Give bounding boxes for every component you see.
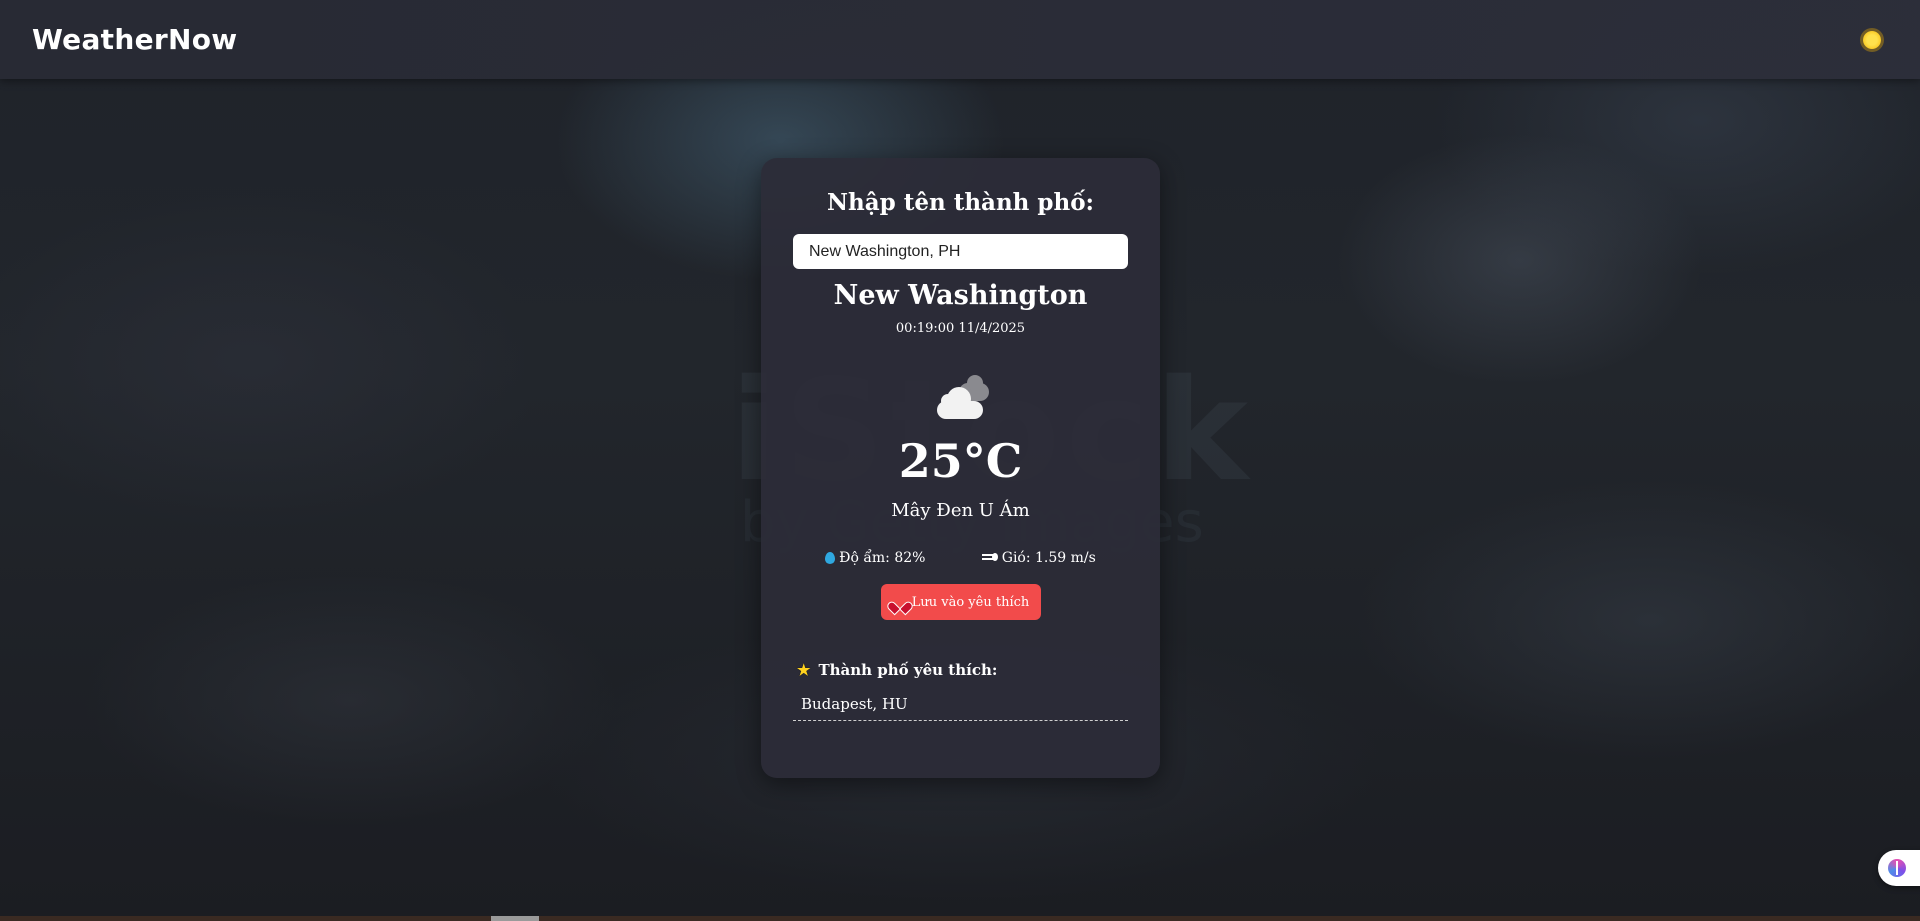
- search-title: Nhập tên thành phố:: [826, 189, 1095, 216]
- app-header: WeatherNow: [0, 0, 1920, 79]
- weather-description: Mây Đen U Ám: [891, 500, 1030, 521]
- temperature: 25°C: [898, 434, 1023, 488]
- scrollbar-thumb[interactable]: [491, 916, 539, 921]
- cloud-icon: [931, 375, 991, 421]
- favorites-section: ★ Thành phố yêu thích: Budapest, HU: [793, 660, 1128, 721]
- wind-stat: Gió: 1.59 m/s: [981, 548, 1096, 568]
- city-search-input[interactable]: [793, 234, 1128, 269]
- save-favorite-label: Lưu vào yêu thích: [911, 594, 1030, 610]
- horizontal-scrollbar[interactable]: [0, 916, 1920, 921]
- theme-toggle-button[interactable]: [1856, 24, 1888, 56]
- brain-icon: [1888, 859, 1906, 877]
- weather-stats: Độ ẩm: 82% Gió: 1.59 m/s: [793, 548, 1128, 568]
- humidity-stat: Độ ẩm: 82%: [825, 548, 925, 568]
- favorite-city-item[interactable]: Budapest, HU: [793, 692, 1128, 721]
- favorites-header: ★ Thành phố yêu thích:: [793, 660, 1128, 680]
- favorites-title: Thành phố yêu thích:: [818, 661, 998, 679]
- wind-value: Gió: 1.59 m/s: [1001, 550, 1096, 566]
- assistant-widget-button[interactable]: [1878, 850, 1920, 886]
- sun-icon: [1857, 24, 1887, 55]
- wind-icon: [981, 552, 998, 564]
- star-icon: ★: [797, 661, 811, 679]
- humidity-value: Độ ẩm: 82%: [839, 550, 926, 566]
- cloud-front-shape: [936, 387, 983, 419]
- weather-card: Nhập tên thành phố: New Washington 00:19…: [761, 158, 1160, 778]
- app-logo[interactable]: WeatherNow: [32, 23, 237, 56]
- droplet-icon: [825, 552, 836, 564]
- save-favorite-button[interactable]: Lưu vào yêu thích: [880, 584, 1041, 620]
- city-name: New Washington: [833, 280, 1088, 311]
- local-datetime: 00:19:00 11/4/2025: [895, 321, 1026, 336]
- heart-icon: [892, 596, 906, 609]
